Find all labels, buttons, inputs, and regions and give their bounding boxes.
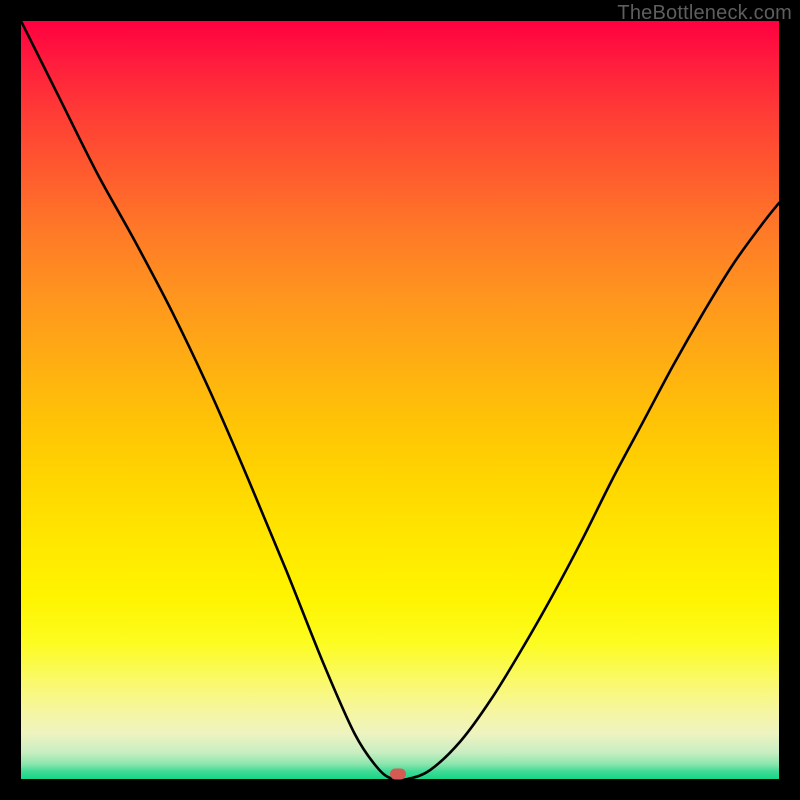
bottleneck-curve: [21, 21, 779, 779]
chart-frame: TheBottleneck.com: [0, 0, 800, 800]
plot-area: [21, 21, 779, 779]
optimum-marker: [390, 768, 406, 779]
watermark-text: TheBottleneck.com: [617, 2, 792, 25]
